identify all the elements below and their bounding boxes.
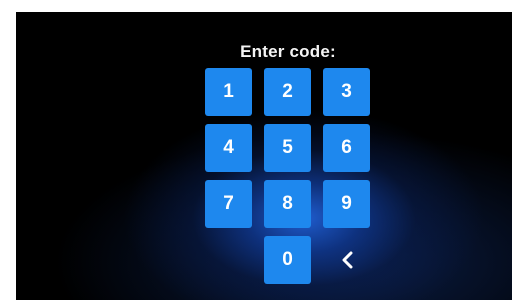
key-8-button[interactable]: 8	[264, 180, 311, 228]
page-title: Enter code:	[240, 42, 336, 61]
chevron-left-icon	[342, 251, 352, 269]
key-6-button[interactable]: 6	[323, 124, 370, 172]
key-0-button[interactable]: 0	[264, 236, 311, 284]
key-4-button[interactable]: 4	[205, 124, 252, 172]
key-1-button[interactable]: 1	[205, 68, 252, 116]
key-7-button[interactable]: 7	[205, 180, 252, 228]
key-5-button[interactable]: 5	[264, 124, 311, 172]
code-entry-screen: Enter code: 1 2 3 4 5 6 7 8 9 0	[16, 12, 512, 300]
key-9-button[interactable]: 9	[323, 180, 370, 228]
keypad: 1 2 3 4 5 6 7 8 9 0	[205, 68, 371, 284]
key-3-button[interactable]: 3	[323, 68, 370, 116]
backspace-button[interactable]	[323, 236, 370, 284]
key-2-button[interactable]: 2	[264, 68, 311, 116]
